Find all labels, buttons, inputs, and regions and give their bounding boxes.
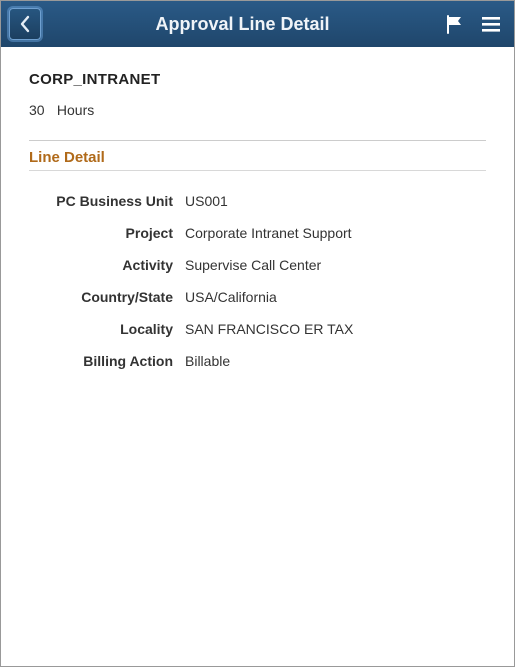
detail-row: Billing ActionBillable [29, 345, 486, 377]
detail-row: PC Business UnitUS001 [29, 185, 486, 217]
section-title: Line Detail [29, 149, 486, 166]
detail-value: Corporate Intranet Support [179, 217, 486, 249]
section-underline [29, 170, 486, 171]
header-actions [444, 13, 506, 35]
quantity-unit: Hours [57, 102, 94, 118]
detail-label: Activity [29, 249, 179, 281]
back-button[interactable] [9, 8, 41, 40]
detail-label: Project [29, 217, 179, 249]
app-frame: Approval Line Detail CORP_INTRANET 30 Ho… [0, 0, 515, 667]
quantity-line: 30 Hours [29, 102, 486, 118]
detail-value: Billable [179, 345, 486, 377]
detail-value: US001 [179, 185, 486, 217]
header-bar: Approval Line Detail [1, 1, 514, 47]
item-code: CORP_INTRANET [29, 71, 486, 88]
detail-label: Locality [29, 313, 179, 345]
detail-row: ActivitySupervise Call Center [29, 249, 486, 281]
chevron-left-icon [18, 15, 32, 33]
detail-value: USA/California [179, 281, 486, 313]
divider [29, 140, 486, 141]
detail-value: Supervise Call Center [179, 249, 486, 281]
content-area: CORP_INTRANET 30 Hours Line Detail PC Bu… [1, 47, 514, 666]
quantity-value: 30 [29, 102, 53, 118]
flag-button[interactable] [444, 13, 466, 35]
detail-row: LocalitySAN FRANCISCO ER TAX [29, 313, 486, 345]
detail-label: Country/State [29, 281, 179, 313]
detail-label: Billing Action [29, 345, 179, 377]
detail-label: PC Business Unit [29, 185, 179, 217]
page-title: Approval Line Detail [41, 14, 444, 35]
detail-row: ProjectCorporate Intranet Support [29, 217, 486, 249]
detail-row: Country/StateUSA/California [29, 281, 486, 313]
detail-value: SAN FRANCISCO ER TAX [179, 313, 486, 345]
flag-icon [444, 13, 466, 35]
detail-table: PC Business UnitUS001ProjectCorporate In… [29, 185, 486, 377]
menu-button[interactable] [480, 14, 502, 34]
hamburger-icon [480, 14, 502, 34]
